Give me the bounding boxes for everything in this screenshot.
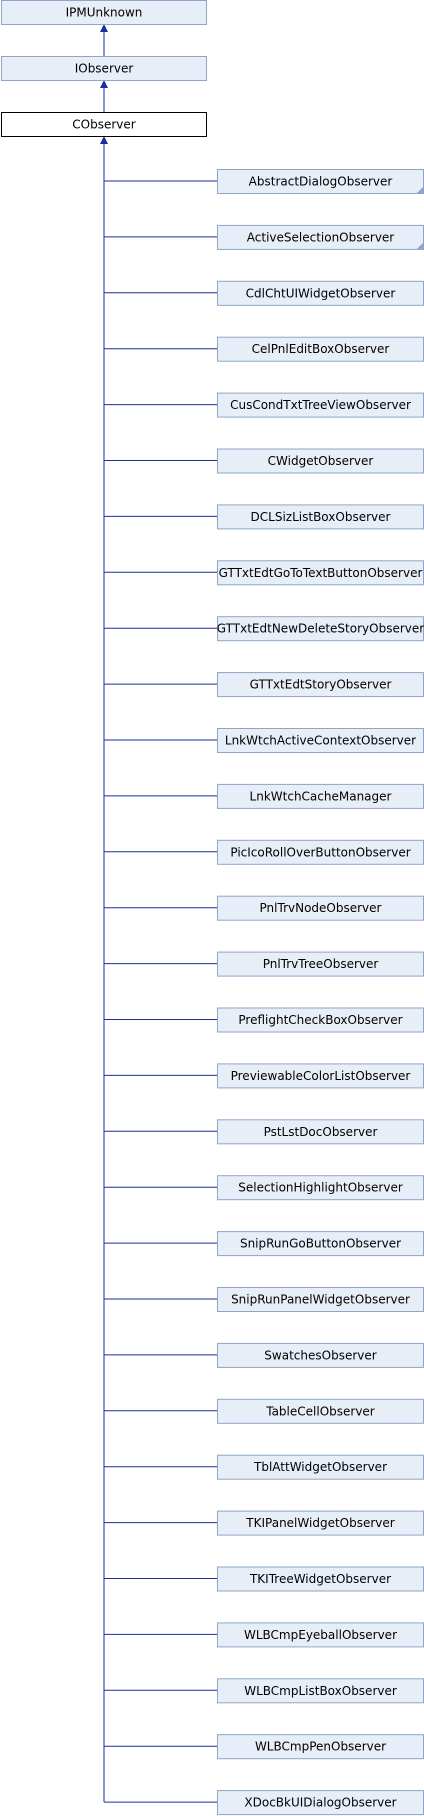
class-node-label: CObserver <box>72 118 135 132</box>
arrow-head-icon <box>100 136 108 144</box>
class-node-wlbcmp-list-box-observer[interactable]: WLBCmpListBoxObserver <box>217 1678 424 1704</box>
class-node-label: SelectionHighlightObserver <box>238 1181 403 1195</box>
class-node-label: SwatchesObserver <box>264 1348 376 1362</box>
class-node-abstract-dialog-observer[interactable]: AbstractDialogObserver <box>217 169 424 194</box>
class-node-cus-cond-txt-tree-view-observer[interactable]: CusCondTxtTreeViewObserver <box>217 392 424 418</box>
class-node-tkipanel-widget-observer[interactable]: TKIPanelWidgetObserver <box>217 1510 424 1536</box>
class-node-tbl-att-widget-observer[interactable]: TblAttWidgetObserver <box>217 1454 424 1480</box>
class-node-label: GTTxtEdtStoryObserver <box>250 678 392 692</box>
class-node-gttxt-edt-story-observer[interactable]: GTTxtEdtStoryObserver <box>217 672 424 698</box>
class-node-label: TblAttWidgetObserver <box>253 1460 387 1474</box>
class-node-label: TKITreeWidgetObserver <box>249 1572 391 1586</box>
class-node-xdoc-bk-uidialog-observer[interactable]: XDocBkUIDialogObserver <box>217 1790 424 1816</box>
class-node-label: GTTxtEdtGoToTextButtonObserver <box>219 566 423 580</box>
class-node-cwidget-observer[interactable]: CWidgetObserver <box>217 448 424 474</box>
class-node-label: SnipRunPanelWidgetObserver <box>231 1293 410 1307</box>
class-node-cdl-cht-uiwidget-observer[interactable]: CdlChtUIWidgetObserver <box>217 280 424 306</box>
class-node-label: WLBCmpPenObserver <box>255 1740 386 1754</box>
class-node-snip-run-go-button-observer[interactable]: SnipRunGoButtonObserver <box>217 1231 424 1257</box>
class-node-lnk-wtch-active-context-observer[interactable]: LnkWtchActiveContextObserver <box>217 728 424 753</box>
class-node-label: CdlChtUIWidgetObserver <box>246 286 396 300</box>
class-node-pnl-trv-tree-observer[interactable]: PnlTrvTreeObserver <box>217 951 424 977</box>
class-node-wlbcmp-eyeball-observer[interactable]: WLBCmpEyeballObserver <box>217 1622 424 1648</box>
inheritance-diagram: IPMUnknown IObserver CObserver AbstractDial… <box>1 0 424 1816</box>
class-node-pnl-trv-node-observer[interactable]: PnlTrvNodeObserver <box>217 895 424 921</box>
class-node-label: PnlTrvNodeObserver <box>260 901 382 915</box>
class-node-label: CusCondTxtTreeViewObserver <box>230 398 411 412</box>
class-node-label: XDocBkUIDialogObserver <box>244 1796 396 1810</box>
class-node-label: WLBCmpListBoxObserver <box>244 1684 397 1698</box>
class-node-label: CWidgetObserver <box>268 454 374 468</box>
class-node-preflight-check-box-observer[interactable]: PreflightCheckBoxObserver <box>217 1007 424 1033</box>
class-node-label: IPMUnknown <box>66 6 143 20</box>
class-node-tkitree-widget-observer[interactable]: TKITreeWidgetObserver <box>217 1566 424 1592</box>
class-node-label: ActiveSelectionObserver <box>247 230 395 244</box>
class-node-label: WLBCmpEyeballObserver <box>244 1628 397 1642</box>
arrow-head-icon <box>100 24 108 32</box>
class-node-selection-highlight-observer[interactable]: SelectionHighlightObserver <box>217 1175 424 1201</box>
class-node-pic-ico-roll-over-button-observer[interactable]: PicIcoRollOverButtonObserver <box>217 839 424 865</box>
class-node-cobserver[interactable]: CObserver <box>1 112 207 137</box>
class-node-previewable-color-list-observer[interactable]: PreviewableColorListObserver <box>217 1063 424 1089</box>
arrow-head-icon <box>100 80 108 88</box>
class-node-label: PicIcoRollOverButtonObserver <box>230 845 410 859</box>
class-node-label: TableCellObserver <box>265 1404 375 1418</box>
class-node-label: PreflightCheckBoxObserver <box>238 1013 402 1027</box>
class-node-dclsiz-list-box-observer[interactable]: DCLSizListBoxObserver <box>217 504 424 530</box>
class-node-label: AbstractDialogObserver <box>249 175 393 189</box>
class-node-label: GTTxtEdtNewDeleteStoryObserver <box>217 622 424 636</box>
class-node-table-cell-observer[interactable]: TableCellObserver <box>217 1398 424 1424</box>
class-node-cel-pnl-edit-box-observer[interactable]: CelPnlEditBoxObserver <box>217 336 424 362</box>
class-node-label: IObserver <box>75 62 134 76</box>
class-node-snip-run-panel-widget-observer[interactable]: SnipRunPanelWidgetObserver <box>217 1287 424 1312</box>
class-node-label: TKIPanelWidgetObserver <box>245 1516 394 1530</box>
class-node-ipmunknown[interactable]: IPMUnknown <box>1 0 207 25</box>
class-node-label: SnipRunGoButtonObserver <box>240 1237 401 1251</box>
class-node-label: LnkWtchCacheManager <box>250 789 392 803</box>
class-node-lnk-wtch-cache-manager[interactable]: LnkWtchCacheManager <box>217 783 424 809</box>
class-node-label: LnkWtchActiveContextObserver <box>225 734 416 748</box>
class-node-label: CelPnlEditBoxObserver <box>252 342 390 356</box>
class-node-swatches-observer[interactable]: SwatchesObserver <box>217 1342 424 1368</box>
class-node-active-selection-observer[interactable]: ActiveSelectionObserver <box>217 224 424 250</box>
class-node-wlbcmp-pen-observer[interactable]: WLBCmpPenObserver <box>217 1734 424 1760</box>
class-node-iobserver[interactable]: IObserver <box>1 56 207 81</box>
class-node-gttxt-edt-go-to-text-button-observer[interactable]: GTTxtEdtGoToTextButtonObserver <box>217 560 424 586</box>
class-node-label: DCLSizListBoxObserver <box>251 510 391 524</box>
class-node-label: PreviewableColorListObserver <box>231 1069 411 1083</box>
class-node-label: PnlTrvTreeObserver <box>263 957 379 971</box>
class-node-pst-lst-doc-observer[interactable]: PstLstDocObserver <box>217 1119 424 1145</box>
class-node-gttxt-edt-new-delete-story-observer[interactable]: GTTxtEdtNewDeleteStoryObserver <box>217 616 424 642</box>
class-node-label: PstLstDocObserver <box>264 1125 378 1139</box>
